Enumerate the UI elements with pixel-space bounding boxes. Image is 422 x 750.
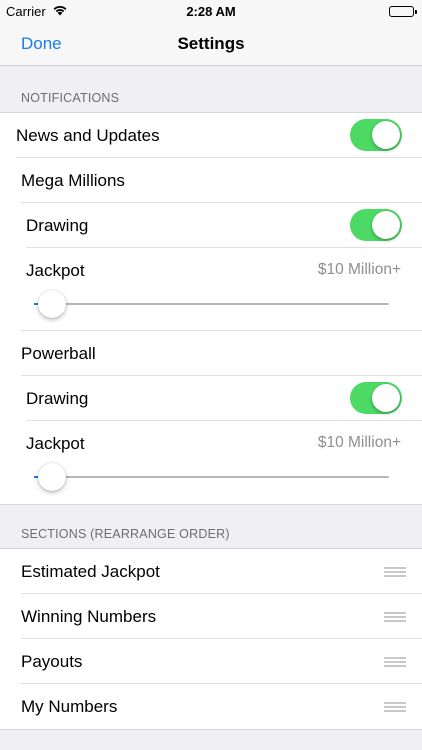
news-updates-row[interactable]: News and Updates	[0, 113, 422, 158]
status-time: 2:28 AM	[186, 4, 236, 19]
status-bar: Carrier 2:28 AM	[0, 0, 422, 22]
powerball-row: Powerball	[0, 331, 422, 376]
mega-millions-jackpot-value: $10 Million+	[317, 261, 401, 278]
news-updates-switch[interactable]	[350, 119, 402, 151]
sections-group: Estimated Jackpot Winning Numbers Payout…	[0, 548, 422, 730]
news-updates-label: News and Updates	[16, 126, 160, 145]
section-label: Winning Numbers	[21, 607, 157, 626]
notifications-group: News and Updates Mega Millions Drawing J…	[0, 112, 422, 505]
reorder-handle-icon[interactable]	[384, 702, 406, 712]
mega-millions-jackpot-slider-thumb[interactable]	[38, 290, 66, 318]
section-label: Estimated Jackpot	[21, 562, 160, 581]
section-row-estimated-jackpot[interactable]: Estimated Jackpot	[0, 549, 422, 594]
powerball-jackpot-slider-row	[0, 459, 422, 504]
powerball-jackpot-label: Jackpot	[26, 434, 85, 453]
mega-millions-jackpot-slider[interactable]	[34, 303, 389, 305]
powerball-jackpot-value: $10 Million+	[317, 434, 401, 451]
mega-millions-jackpot-label: Jackpot	[26, 261, 85, 280]
section-label: My Numbers	[21, 697, 118, 716]
mega-millions-label: Mega Millions	[21, 171, 125, 190]
mega-millions-jackpot-slider-row	[0, 286, 422, 331]
powerball-jackpot-slider-thumb[interactable]	[38, 463, 66, 491]
powerball-jackpot-row: Jackpot $10 Million+	[0, 421, 422, 459]
navigation-bar: Done Settings	[0, 22, 422, 66]
sections-section-header: SECTIONS (REARRANGE ORDER)	[21, 527, 230, 541]
powerball-drawing-label: Drawing	[26, 389, 89, 408]
section-row-payouts[interactable]: Payouts	[0, 639, 422, 684]
section-row-winning-numbers[interactable]: Winning Numbers	[0, 594, 422, 639]
reorder-handle-icon[interactable]	[384, 657, 406, 667]
powerball-jackpot-slider[interactable]	[34, 476, 389, 478]
battery-icon	[389, 6, 417, 17]
mega-millions-jackpot-row: Jackpot $10 Million+	[0, 248, 422, 286]
page-title: Settings	[177, 34, 245, 53]
mega-millions-drawing-label: Drawing	[26, 216, 89, 235]
mega-millions-row: Mega Millions	[0, 158, 422, 203]
section-row-my-numbers[interactable]: My Numbers	[0, 684, 422, 729]
reorder-handle-icon[interactable]	[384, 567, 406, 577]
mega-millions-drawing-switch[interactable]	[350, 209, 402, 241]
powerball-drawing-row[interactable]: Drawing	[0, 376, 422, 421]
powerball-label: Powerball	[21, 344, 96, 363]
mega-millions-drawing-row[interactable]: Drawing	[0, 203, 422, 248]
section-label: Payouts	[21, 652, 83, 671]
reorder-handle-icon[interactable]	[384, 612, 406, 622]
notifications-section-header: NOTIFICATIONS	[21, 91, 120, 105]
powerball-drawing-switch[interactable]	[350, 382, 402, 414]
